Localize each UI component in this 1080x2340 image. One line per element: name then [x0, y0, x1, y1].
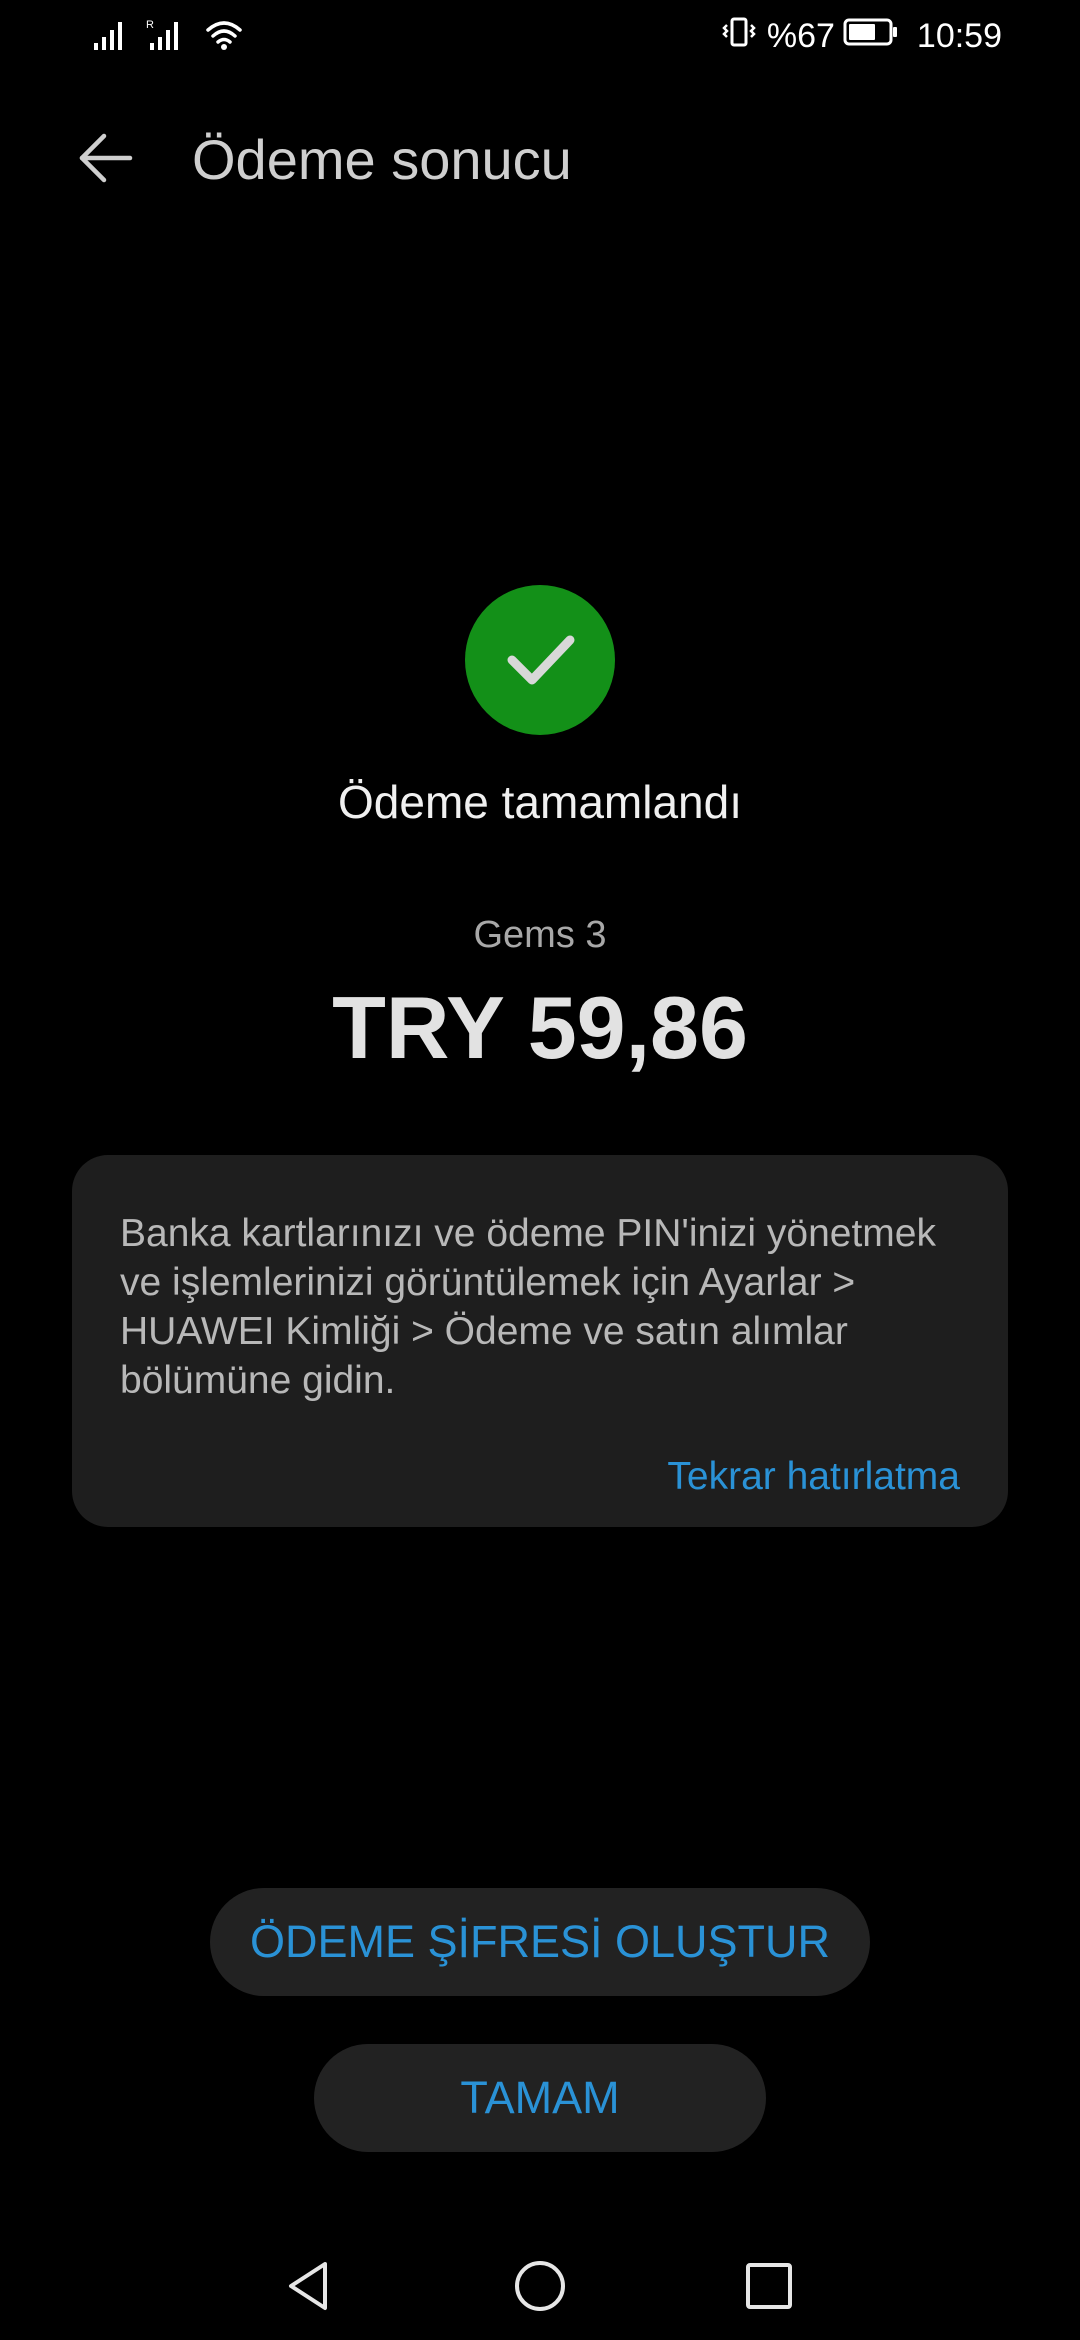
arrow-left-icon [76, 128, 136, 193]
app-bar: Ödeme sonucu [0, 110, 1080, 210]
info-card: Banka kartlarınızı ve ödeme PIN'inizi yö… [72, 1155, 1008, 1527]
status-bar: R %67 10:59 [0, 0, 1080, 72]
payment-status-text: Ödeme tamamlandı [338, 776, 742, 828]
payment-amount: TRY 59,86 [332, 978, 748, 1077]
battery-percent: %67 [766, 16, 835, 55]
battery-icon [843, 17, 899, 56]
nav-recents-button[interactable] [733, 2250, 805, 2322]
back-button[interactable] [66, 120, 146, 200]
dont-remind-again-link[interactable]: Tekrar hatırlatma [667, 1452, 960, 1502]
status-left: R [92, 14, 244, 58]
nav-back-icon [289, 2262, 327, 2310]
nav-recents-icon [746, 2263, 792, 2309]
nav-home-button[interactable] [504, 2250, 576, 2322]
clock: 10:59 [916, 16, 1002, 55]
navigation-bar [0, 2230, 1080, 2340]
signal-icon: R [146, 16, 186, 57]
wifi-icon [204, 16, 244, 57]
nav-back-button[interactable] [273, 2250, 345, 2322]
create-payment-password-button[interactable]: ÖDEME ŞİFRESİ OLUŞTUR [210, 1888, 870, 1996]
svg-text:R: R [146, 19, 154, 31]
ok-button[interactable]: TAMAM [314, 2044, 766, 2152]
check-icon [507, 635, 575, 685]
page-title: Ödeme sonucu [192, 128, 572, 191]
signal-icon [92, 16, 128, 57]
product-name: Gems 3 [473, 914, 607, 956]
nav-home-icon [515, 2261, 565, 2311]
status-right: %67 10:59 [721, 14, 1002, 58]
info-card-text: Banka kartlarınızı ve ödeme PIN'inizi yö… [120, 1212, 936, 1402]
vibrate-icon [721, 14, 757, 59]
check-circle-icon [465, 585, 615, 735]
